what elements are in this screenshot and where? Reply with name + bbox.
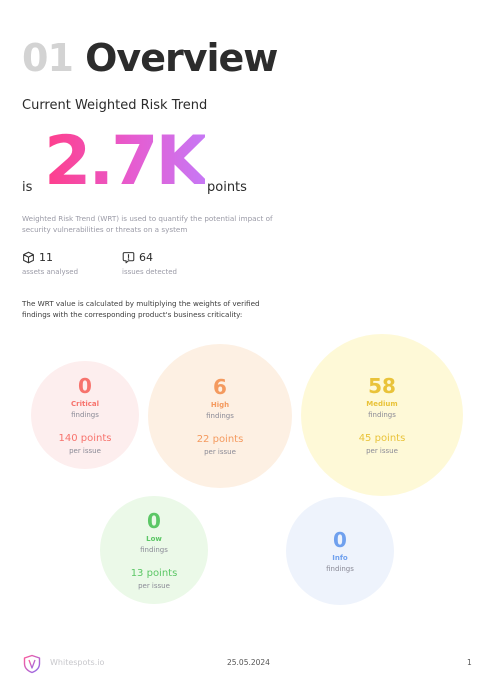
per-issue-label: per issue [138, 581, 170, 590]
alert-icon [122, 252, 135, 264]
stat-assets-value: 11 [39, 251, 53, 264]
per-issue-label: per issue [366, 446, 398, 455]
findings-label: findings [206, 411, 234, 420]
section-title: Overview [85, 36, 278, 80]
stat-assets: 11 assets analysed [22, 251, 78, 276]
severity-high: 6 High findings 22 points per issue [148, 344, 292, 488]
severity-count: 0 [147, 508, 161, 533]
severity-count: 6 [213, 374, 227, 399]
severity-count: 0 [78, 373, 92, 398]
stat-assets-label: assets analysed [22, 268, 79, 276]
risk-description: Weighted Risk Trend (WRT) is used to qua… [22, 214, 273, 234]
stat-issues-label: issues detected [122, 268, 177, 276]
per-issue-label: per issue [204, 447, 236, 456]
stat-issues-value: 64 [139, 251, 153, 264]
risk-suffix: points [207, 180, 247, 195]
severity-name: Info [332, 553, 348, 562]
severity-points: 140 points [58, 432, 112, 444]
footer-brand: Whitespots.io [50, 658, 105, 667]
severity-info: 0 Info findings [286, 497, 394, 605]
severity-points: 45 points [358, 432, 406, 444]
severity-count: 58 [368, 373, 396, 398]
severity-points: 22 points [196, 433, 244, 445]
severity-critical: 0 Critical findings 140 points per issue [31, 361, 139, 469]
page-title: 01 Overview [22, 36, 278, 80]
cube-icon [23, 251, 34, 264]
stat-issues: 64 issues detected [122, 251, 177, 276]
findings-label: findings [71, 410, 99, 419]
severity-name: Medium [366, 399, 398, 408]
severity-medium: 58 Medium findings 45 points per issue [301, 334, 463, 496]
section-number: 01 [22, 36, 74, 80]
severity-name: Critical [70, 399, 99, 408]
severity-low: 0 Low findings 13 points per issue [100, 496, 208, 604]
shield-logo-icon [23, 654, 41, 674]
severity-name: Low [146, 534, 162, 543]
wrt-explanation: The WRT value is calculated by multiplyi… [22, 299, 260, 319]
severity-name: High [210, 400, 230, 409]
findings-label: findings [140, 545, 168, 554]
footer-date: 25.05.2024 [227, 658, 270, 667]
severity-points: 13 points [130, 567, 178, 579]
findings-label: findings [368, 410, 396, 419]
risk-value: 2.7K [44, 122, 208, 201]
risk-prefix: is [22, 180, 33, 195]
findings-label: findings [326, 564, 354, 573]
risk-subtitle: Current Weighted Risk Trend [22, 98, 208, 113]
page-number: 1 [467, 658, 472, 667]
per-issue-label: per issue [69, 446, 101, 455]
severity-count: 0 [333, 527, 347, 552]
